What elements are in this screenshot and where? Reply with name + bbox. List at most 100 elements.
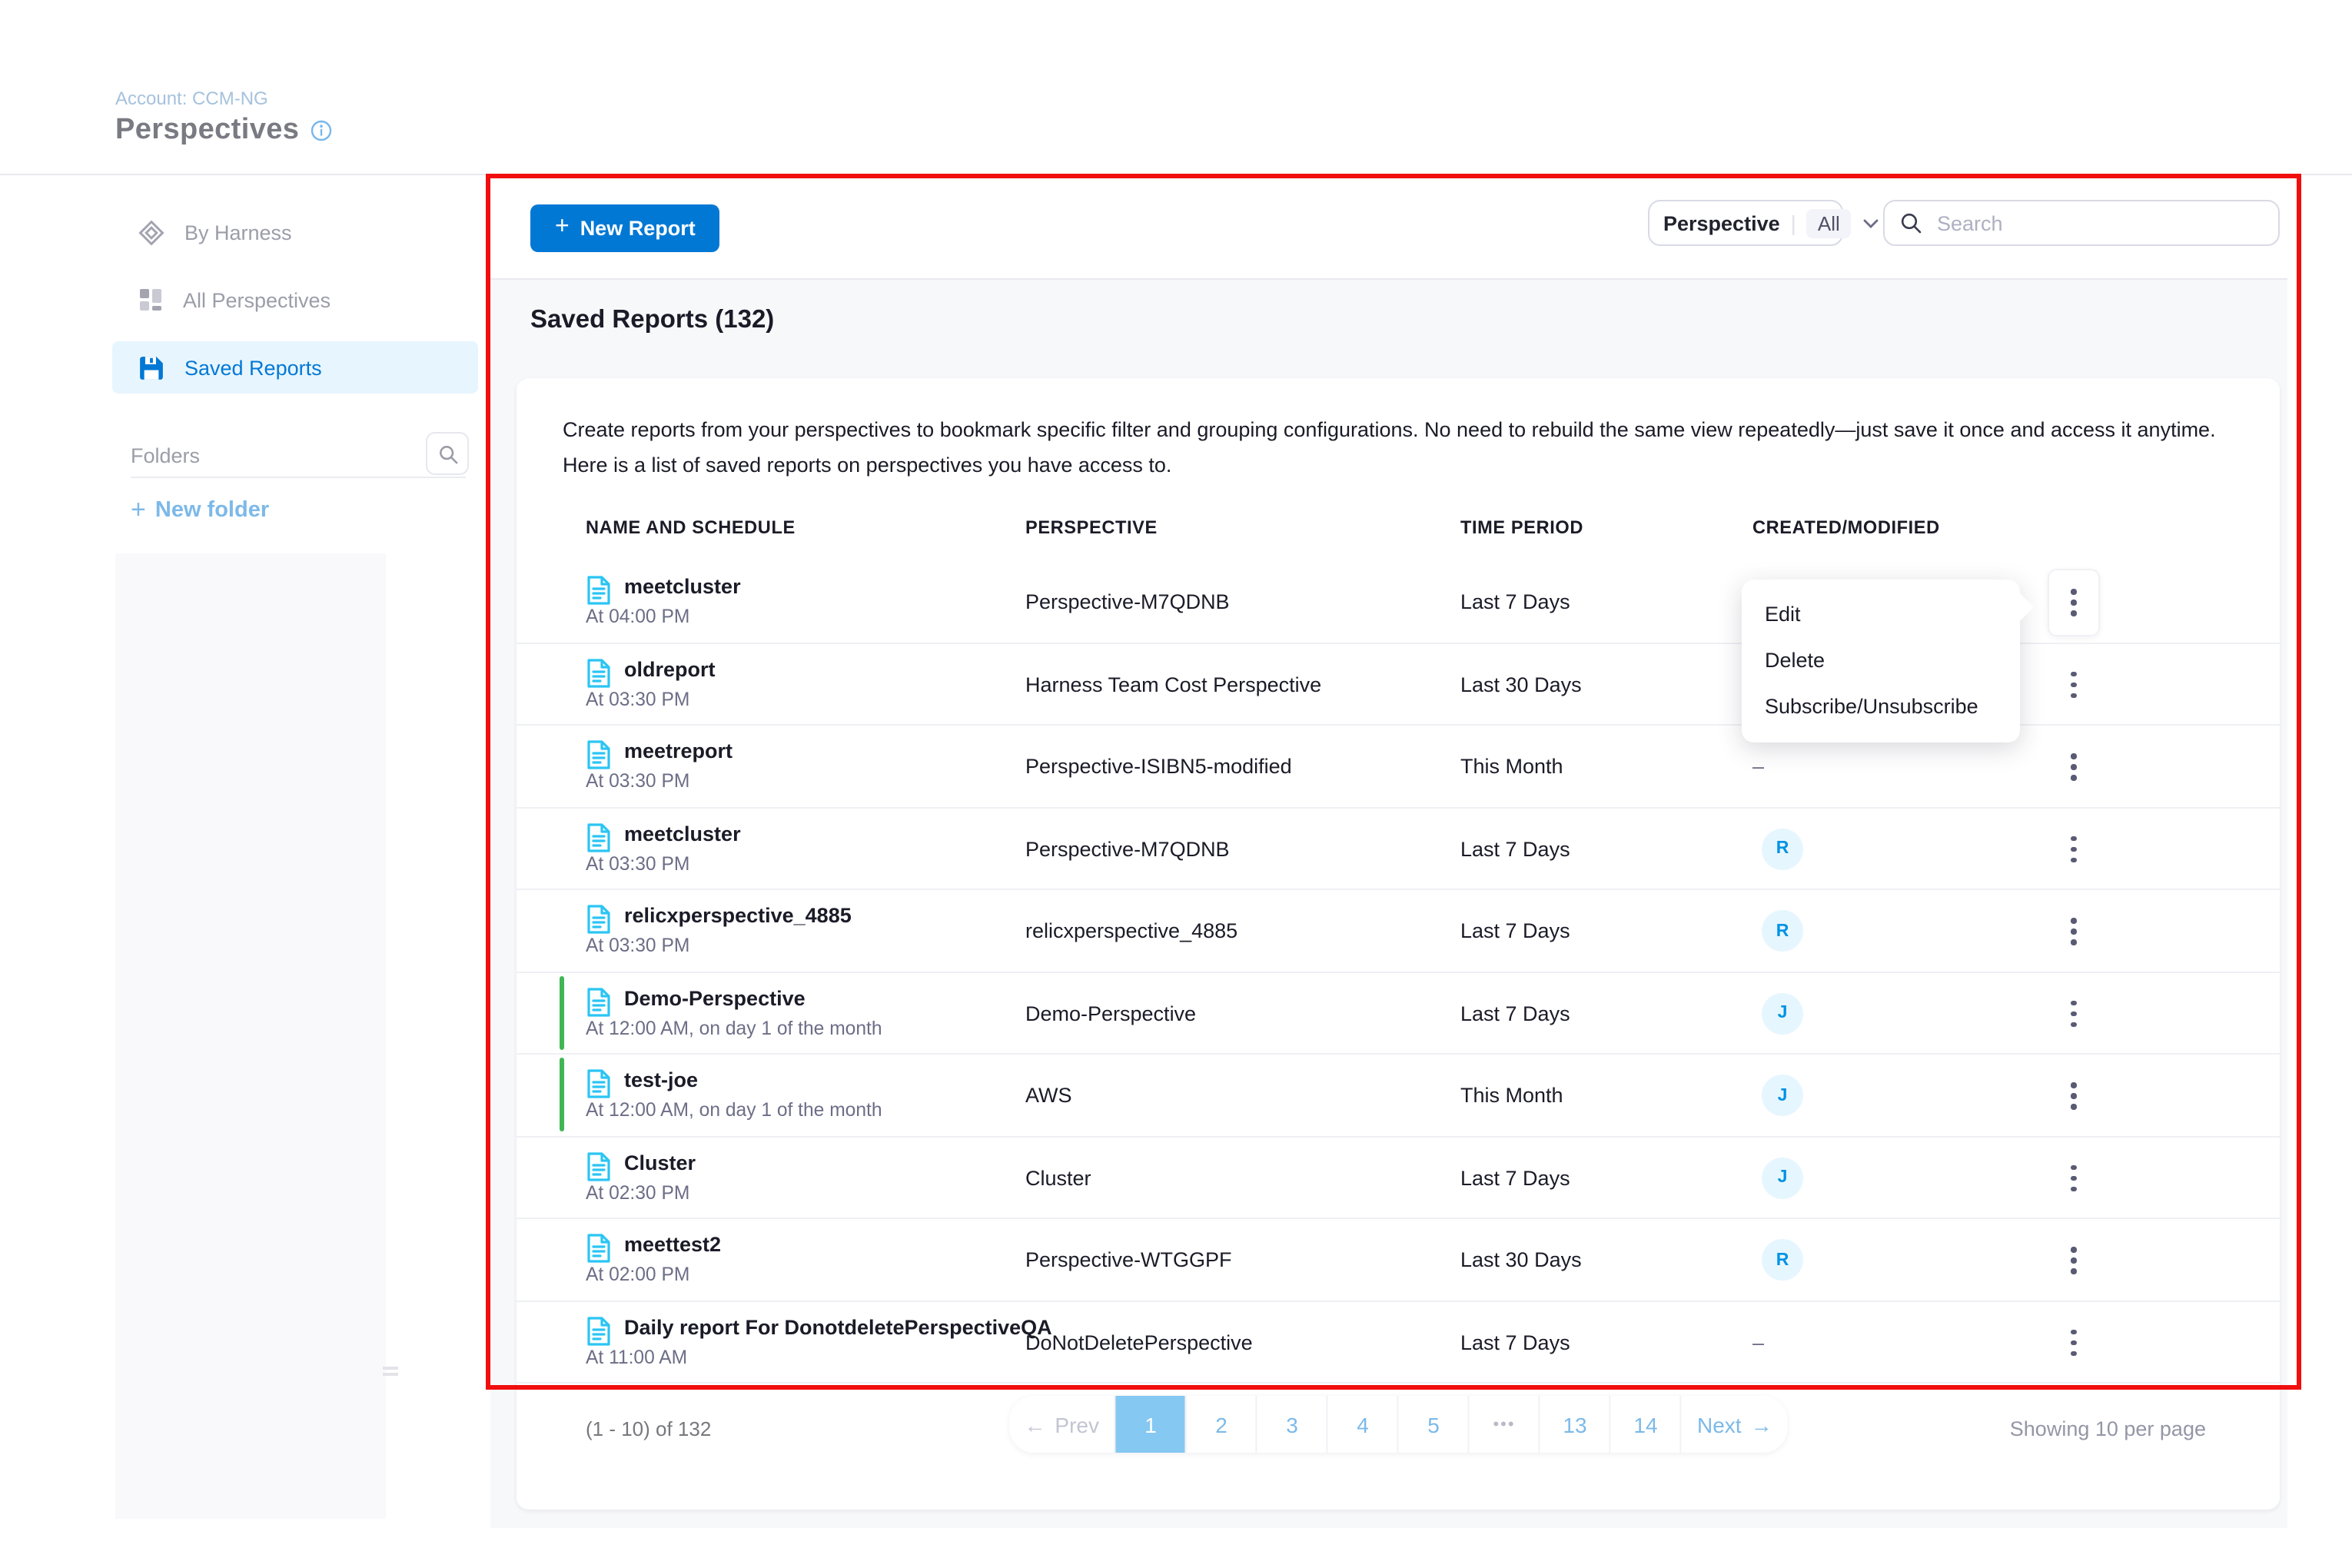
report-time-period: Last 30 Days bbox=[1460, 673, 1582, 696]
report-perspective: Perspective-WTGGPF bbox=[1025, 1248, 1232, 1271]
report-perspective: Perspective-ISIBN5-modified bbox=[1025, 755, 1292, 778]
row-menu-button[interactable] bbox=[2054, 992, 2094, 1035]
sidebar-item-all-perspectives[interactable]: All Perspectives bbox=[112, 274, 478, 326]
sidebar-scroll-mark bbox=[383, 1367, 398, 1370]
row-menu-button[interactable] bbox=[2048, 569, 2100, 636]
pagination-prev-button[interactable]: ←Prev bbox=[1008, 1396, 1116, 1453]
row-menu-button[interactable] bbox=[2054, 1157, 2094, 1200]
row-menu-button[interactable] bbox=[2054, 828, 2094, 871]
arrow-left-icon: ← bbox=[1024, 1412, 1045, 1437]
report-perspective: AWS bbox=[1025, 1084, 1072, 1107]
sidebar-item-saved-reports[interactable]: Saved Reports bbox=[112, 341, 478, 394]
sidebar-item-by-harness[interactable]: By Harness bbox=[112, 206, 478, 258]
app-window: Account: CCM-NG Perspectives By Harness … bbox=[0, 0, 2352, 1568]
pagination-page-1[interactable]: 1 bbox=[1116, 1396, 1187, 1453]
report-name[interactable]: oldreport bbox=[624, 657, 716, 680]
pagination-page-4[interactable]: 4 bbox=[1328, 1396, 1399, 1453]
report-schedule: At 02:00 PM bbox=[586, 1264, 689, 1285]
search-icon bbox=[1900, 212, 1922, 234]
report-schedule: At 03:30 PM bbox=[586, 770, 689, 792]
pagination-page-2[interactable]: 2 bbox=[1187, 1396, 1257, 1453]
sidebar-item-label: All Perspectives bbox=[183, 288, 331, 311]
save-icon bbox=[138, 354, 164, 380]
column-header-name: NAME AND SCHEDULE bbox=[586, 517, 796, 538]
folders-label: Folders bbox=[131, 444, 200, 467]
row-menu-button[interactable] bbox=[2054, 1075, 2094, 1118]
report-name[interactable]: meetreport bbox=[624, 739, 733, 762]
header-divider bbox=[0, 174, 2352, 175]
pagination-next-button[interactable]: Next→ bbox=[1682, 1396, 1788, 1453]
report-perspective: Demo-Perspective bbox=[1025, 1002, 1196, 1025]
new-report-button[interactable]: + New Report bbox=[530, 204, 720, 252]
breadcrumb[interactable]: Account: CCM-NG bbox=[115, 88, 268, 109]
report-name[interactable]: relicxperspective_4885 bbox=[624, 904, 852, 927]
pagination-page-13[interactable]: 13 bbox=[1540, 1396, 1611, 1453]
card-description: Create reports from your perspectives to… bbox=[563, 412, 2258, 483]
report-time-period: Last 7 Days bbox=[1460, 590, 1570, 613]
row-menu-button[interactable] bbox=[2054, 746, 2094, 789]
highlight-bar bbox=[560, 975, 564, 1049]
avatar: J bbox=[1762, 992, 1803, 1034]
search-input[interactable] bbox=[1934, 210, 2232, 236]
context-menu-notch bbox=[2020, 593, 2034, 621]
pagination-page-5[interactable]: 5 bbox=[1399, 1396, 1470, 1453]
column-header-perspective: PERSPECTIVE bbox=[1025, 517, 1158, 538]
report-time-period: Last 7 Days bbox=[1460, 1166, 1570, 1189]
row-menu-button[interactable] bbox=[2054, 910, 2094, 953]
report-time-period: Last 7 Days bbox=[1460, 837, 1570, 860]
table-row: relicxperspective_4885At 03:30 PMrelicxp… bbox=[517, 890, 2280, 972]
report-name[interactable]: meetcluster bbox=[624, 575, 741, 598]
report-name[interactable]: Demo-Perspective bbox=[624, 986, 806, 1009]
avatar: J bbox=[1762, 1157, 1803, 1198]
row-menu-button[interactable] bbox=[2054, 663, 2094, 706]
plus-icon: + bbox=[131, 495, 146, 526]
folders-search-button[interactable] bbox=[426, 432, 469, 475]
filter-separator: | bbox=[1791, 211, 1796, 235]
search-box[interactable] bbox=[1883, 200, 2280, 246]
sidebar-skeleton bbox=[115, 553, 386, 1519]
pagination-page-14[interactable]: 14 bbox=[1611, 1396, 1682, 1453]
info-icon[interactable] bbox=[310, 120, 331, 141]
report-schedule: At 11:00 AM bbox=[586, 1346, 687, 1367]
report-schedule: At 03:30 PM bbox=[586, 935, 689, 956]
report-time-period: Last 30 Days bbox=[1460, 1248, 1582, 1271]
report-name[interactable]: test-joe bbox=[624, 1068, 698, 1091]
table-row: test-joeAt 12:00 AM, on day 1 of the mon… bbox=[517, 1055, 2280, 1137]
column-header-time-period: TIME PERIOD bbox=[1460, 517, 1583, 538]
plus-icon: + bbox=[555, 214, 570, 241]
grid-icon bbox=[138, 287, 163, 312]
per-page-label: Showing 10 per page bbox=[2010, 1417, 2206, 1440]
context-menu-item-edit[interactable]: Edit bbox=[1742, 592, 2020, 638]
pagination-page-3[interactable]: 3 bbox=[1257, 1396, 1328, 1453]
folders-divider bbox=[131, 477, 466, 478]
report-schedule: At 03:30 PM bbox=[586, 688, 689, 709]
new-folder-button[interactable]: + New folder bbox=[131, 495, 269, 526]
report-time-period: This Month bbox=[1460, 1084, 1563, 1107]
report-schedule: At 03:30 PM bbox=[586, 852, 689, 874]
report-name[interactable]: Daily report For DonotdeletePerspectiveQ… bbox=[624, 1315, 1052, 1338]
row-menu-button[interactable] bbox=[2054, 1321, 2094, 1364]
report-perspective: Perspective-M7QDNB bbox=[1025, 590, 1230, 613]
avatar: J bbox=[1762, 1075, 1803, 1116]
created-dash: – bbox=[1752, 1330, 1764, 1354]
report-name[interactable]: meettest2 bbox=[624, 1233, 721, 1256]
highlight-bar bbox=[560, 1058, 564, 1131]
table-row: meetclusterAt 03:30 PMPerspective-M7QDNB… bbox=[517, 808, 2280, 890]
table-row: Daily report For DonotdeletePerspectiveQ… bbox=[517, 1301, 2280, 1384]
context-menu-item-delete[interactable]: Delete bbox=[1742, 638, 2020, 684]
harness-icon bbox=[138, 219, 164, 245]
pagination-range: (1 - 10) of 132 bbox=[586, 1417, 711, 1440]
report-perspective: DoNotDeletePerspective bbox=[1025, 1330, 1253, 1354]
report-time-period: Last 7 Days bbox=[1460, 919, 1570, 942]
report-time-period: Last 7 Days bbox=[1460, 1330, 1570, 1354]
report-name[interactable]: meetcluster bbox=[624, 822, 741, 845]
perspective-filter-dropdown[interactable]: Perspective | All bbox=[1648, 200, 1843, 246]
filter-label: Perspective bbox=[1663, 211, 1780, 234]
context-menu-item-subscribe[interactable]: Subscribe/Unsubscribe bbox=[1742, 684, 2020, 730]
sidebar-item-label: By Harness bbox=[184, 221, 292, 244]
avatar: R bbox=[1762, 910, 1803, 952]
table-row: Demo-PerspectiveAt 12:00 AM, on day 1 of… bbox=[517, 972, 2280, 1055]
report-perspective: Harness Team Cost Perspective bbox=[1025, 673, 1321, 696]
report-name[interactable]: Cluster bbox=[624, 1151, 696, 1174]
row-menu-button[interactable] bbox=[2054, 1239, 2094, 1282]
